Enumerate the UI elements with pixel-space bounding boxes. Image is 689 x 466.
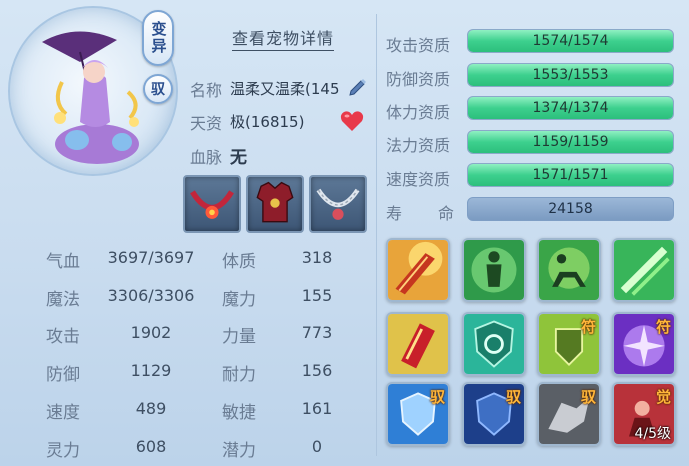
skill-slot-10[interactable]: 驭 [462,382,526,446]
shield-swirl-icon [464,314,524,374]
quality-label-physique: 体力资质 [386,103,451,122]
quality-label-defense: 防御资质 [386,70,451,89]
stat-label-magic: 魔力 [222,290,256,310]
stat-value-speed: 489 [135,399,167,418]
red-blade-icon [388,314,448,374]
skill-slot-4[interactable] [612,238,676,302]
skill-slot-11[interactable]: 驭 [537,382,601,446]
quality-value-mana: 1159/1159 [532,134,609,150]
centaur-icon [539,240,599,300]
stat-label-endurance: 耐力 [222,365,256,385]
talent-label: 天资 [190,114,223,133]
green-figure-icon [464,240,524,300]
life-value: 24158 [467,197,674,221]
quality-value-physique: 1374/1374 [532,100,609,116]
skill-slot-12[interactable]: 觉 4/5级 [612,382,676,446]
stat-label-hp: 气血 [46,252,80,272]
ride-badge[interactable]: 驭 [143,74,173,104]
skill-tag-7: 符 [580,318,596,336]
quality-value-speed: 1571/1571 [532,167,609,183]
bloodline-value: 无 [230,148,247,168]
stat-value-magic: 155 [301,286,333,305]
stat-value-hp: 3697/3697 [107,248,195,267]
quality-value-defense: 1553/1553 [532,67,609,83]
stat-label-mp: 魔法 [46,290,80,310]
stat-value-constitution: 318 [301,248,333,267]
edit-name-icon[interactable] [348,76,368,96]
equipment-slot-3[interactable] [309,175,367,233]
view-pet-details-link[interactable]: 查看宠物详情 [232,28,335,51]
skill-slot-6[interactable] [462,312,526,376]
quality-bar-speed: 1571/1571 [467,163,674,187]
armor-red-icon [256,181,294,223]
ride-badge-label: 驭 [151,82,165,98]
stat-value-defense: 1129 [130,361,172,380]
stat-value-potential: 0 [311,437,323,456]
quality-label-speed: 速度资质 [386,170,451,189]
skill-slot-1[interactable] [386,238,450,302]
skill-slot-5[interactable] [386,312,450,376]
skill-tag-11: 驭 [580,388,596,406]
stat-value-attack: 1902 [130,323,172,342]
quality-label-mana: 法力资质 [386,136,451,155]
panel-divider [376,14,377,456]
skill-tag-12: 觉 [655,388,671,406]
stat-label-speed: 速度 [46,403,80,423]
quality-bar-physique: 1374/1374 [467,96,674,120]
pet-name-value: 温柔又温柔(145 [230,80,340,98]
stat-value-agility: 161 [301,399,333,418]
quality-value-attack: 1574/1574 [532,33,609,49]
variant-badge: 变异 [142,10,174,66]
life-label-a: 寿 [386,204,403,223]
skill-tag-10: 驭 [505,388,521,406]
talent-value: 极(16815) [230,113,305,131]
stat-value-mp: 3306/3306 [107,286,195,305]
skill-slot-9[interactable]: 驭 [386,382,450,446]
stat-label-spirit: 灵力 [46,441,80,461]
equipment-slot-2[interactable] [246,175,304,233]
bloodline-label: 血脉 [190,148,223,167]
stat-label-potential: 潜力 [222,441,256,461]
skill-level-12: 4/5级 [634,426,671,442]
stat-value-spirit: 608 [135,437,167,456]
skill-slot-7[interactable]: 符 [537,312,601,376]
collar-silver-icon [316,188,360,220]
stat-label-defense: 防御 [46,365,80,385]
skill-slot-3[interactable] [537,238,601,302]
quality-bar-defense: 1553/1553 [467,63,674,87]
skill-slot-2[interactable] [462,238,526,302]
stat-label-attack: 攻击 [46,327,80,347]
quality-bar-mana: 1159/1159 [467,130,674,154]
quality-label-attack: 攻击资质 [386,36,451,55]
skill-tag-8: 符 [655,318,671,336]
necklace-red-icon [190,190,234,219]
stat-value-strength: 773 [301,323,333,342]
heart-icon[interactable] [340,110,364,132]
skill-tag-9: 驭 [429,388,445,406]
life-label-b: 命 [438,204,455,223]
stat-value-endurance: 156 [301,361,333,380]
skill-slot-8[interactable]: 符 [612,312,676,376]
green-light-icon [614,240,674,300]
stat-label-strength: 力量 [222,327,256,347]
quality-bar-attack: 1574/1574 [467,29,674,53]
variant-badge-label: 变异 [149,21,168,55]
equipment-slot-1[interactable] [183,175,241,233]
stat-label-agility: 敏捷 [222,403,256,423]
sword-strike-icon [388,240,448,300]
stat-label-constitution: 体质 [222,252,256,272]
name-label: 名称 [190,81,223,100]
